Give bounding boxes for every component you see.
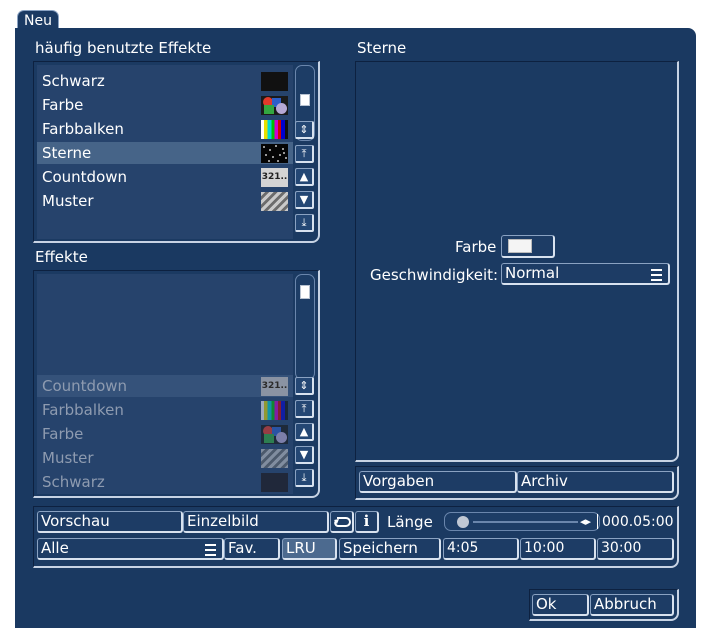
scroll-top-icon[interactable]: ⤒ [295, 400, 314, 418]
favorites-title: häufig benutzte Effekte [35, 39, 212, 57]
effects-item-farbe[interactable]: Farbe [37, 423, 293, 445]
farbe-color-button[interactable] [501, 235, 555, 258]
favorites-item-label: Muster [42, 192, 94, 210]
effects-list: Countdown 321.. Farbbalken Farbe Muster … [37, 274, 293, 494]
favorites-item-label: Schwarz [42, 72, 105, 90]
scroll-up-icon[interactable]: ▲ [295, 168, 314, 186]
ok-button[interactable]: Ok [532, 594, 589, 616]
favorites-item-muster[interactable]: Muster [37, 190, 293, 212]
vorgaben-button[interactable]: Vorgaben [359, 471, 517, 493]
speed-select-value: Normal [505, 264, 560, 282]
scroll-bottom-icon[interactable]: ⤓ [295, 214, 314, 232]
toolbar-panel: Vorschau Einzelbild i Länge ◂▸ 000.05:00… [33, 506, 679, 568]
favorites-item-label: Countdown [42, 168, 128, 186]
effects-item-muster[interactable]: Muster [37, 447, 293, 469]
sterne-title: Sterne [357, 39, 407, 57]
slider-end-mark [597, 514, 598, 529]
scroll-down-icon[interactable]: ▼ [295, 191, 314, 209]
black-swatch-thumbnail-icon [261, 72, 288, 91]
countdown-thumbnail-icon: 321.. [261, 377, 288, 396]
farbe-label: Farbe [455, 238, 497, 256]
menu-icon [205, 544, 216, 556]
speed-label: Geschwindigkeit: [370, 266, 499, 284]
favorites-item-sterne[interactable]: Sterne [37, 142, 293, 164]
effects-item-label: Farbbalken [42, 401, 124, 419]
effects-item-label: Muster [42, 449, 94, 467]
favorites-item-farbbalken[interactable]: Farbbalken [37, 118, 293, 140]
menu-icon [651, 269, 662, 281]
fav-button[interactable]: Fav. [224, 538, 280, 560]
sterne-button-panel: Vorgaben Archiv [355, 466, 679, 500]
scroll-down-icon[interactable]: ▼ [295, 446, 314, 464]
laenge-slider-knob[interactable] [457, 516, 469, 528]
laenge-slider-rail [473, 521, 578, 523]
laenge-label: Länge [387, 513, 433, 531]
archiv-button[interactable]: Archiv [517, 471, 674, 493]
preset-2-button[interactable]: 10:00 [520, 538, 596, 560]
color-bars-thumbnail-icon [261, 401, 288, 420]
effects-scrollbar-thumb[interactable] [300, 285, 310, 299]
favorites-item-countdown[interactable]: Countdown 321.. [37, 166, 293, 188]
favorites-item-label: Farbe [42, 96, 84, 114]
preset-3-button[interactable]: 30:00 [597, 538, 674, 560]
effects-item-schwarz[interactable]: Schwarz [37, 471, 293, 493]
filter-select-value: Alle [41, 539, 69, 557]
favorites-item-farbe[interactable]: Farbe [37, 94, 293, 116]
scroll-updown-icon[interactable]: ⇕ [295, 377, 314, 395]
cancel-button[interactable]: Abbruch [590, 594, 674, 616]
favorites-list: Schwarz Farbe Farbbalken Sterne Countdow… [37, 65, 293, 239]
effects-item-label: Schwarz [42, 473, 105, 491]
scroll-bottom-icon[interactable]: ⤓ [295, 469, 314, 487]
stars-thumbnail-icon [261, 144, 288, 163]
countdown-thumbnail-icon: 321.. [261, 168, 288, 187]
laenge-value: 000.05:00 [602, 514, 674, 530]
footer-panel: Ok Abbruch [529, 589, 679, 621]
black-swatch-thumbnail-icon [261, 473, 288, 492]
favorites-scrollbar-thumb[interactable] [300, 94, 310, 106]
effects-panel: Countdown 321.. Farbbalken Farbe Muster … [33, 270, 320, 498]
farbe-swatch [508, 239, 532, 253]
effects-title: Effekte [35, 248, 88, 266]
effects-item-countdown[interactable]: Countdown 321.. [37, 375, 293, 397]
speed-select[interactable]: Normal [501, 263, 670, 285]
color-shapes-thumbnail-icon [261, 96, 288, 115]
color-shapes-thumbnail-icon [261, 425, 288, 444]
scroll-top-icon[interactable]: ⤒ [295, 145, 314, 163]
effects-item-farbbalken[interactable]: Farbbalken [37, 399, 293, 421]
favorites-item-label: Farbbalken [42, 120, 124, 138]
speichern-button[interactable]: Speichern [339, 538, 441, 560]
pattern-thumbnail-icon [261, 192, 288, 211]
lru-button[interactable]: LRU [282, 538, 337, 560]
info-button[interactable]: i [355, 511, 379, 533]
color-bars-thumbnail-icon [261, 120, 288, 139]
left-right-arrows-icon: ◂▸ [580, 515, 592, 528]
vorschau-button[interactable]: Vorschau [37, 511, 183, 533]
loop-icon[interactable] [330, 511, 354, 533]
scroll-updown-icon[interactable]: ⇕ [295, 121, 314, 139]
effects-scrollbar-track[interactable] [295, 274, 315, 380]
laenge-slider[interactable]: ◂▸ [444, 512, 600, 531]
filter-select[interactable]: Alle [37, 538, 224, 560]
einzelbild-button[interactable]: Einzelbild [183, 511, 329, 533]
effects-item-label: Countdown [42, 377, 128, 395]
pattern-thumbnail-icon [261, 449, 288, 468]
favorites-item-label: Sterne [42, 144, 92, 162]
preset-1-button[interactable]: 4:05 [443, 538, 519, 560]
effects-item-label: Farbe [42, 425, 84, 443]
favorites-panel: Schwarz Farbe Farbbalken Sterne Countdow… [33, 61, 320, 243]
dialog-tab-label: Neu [24, 13, 52, 29]
scroll-up-icon[interactable]: ▲ [295, 423, 314, 441]
favorites-item-schwarz[interactable]: Schwarz [37, 70, 293, 92]
sterne-panel: Farbe Geschwindigkeit: Normal [355, 61, 679, 462]
